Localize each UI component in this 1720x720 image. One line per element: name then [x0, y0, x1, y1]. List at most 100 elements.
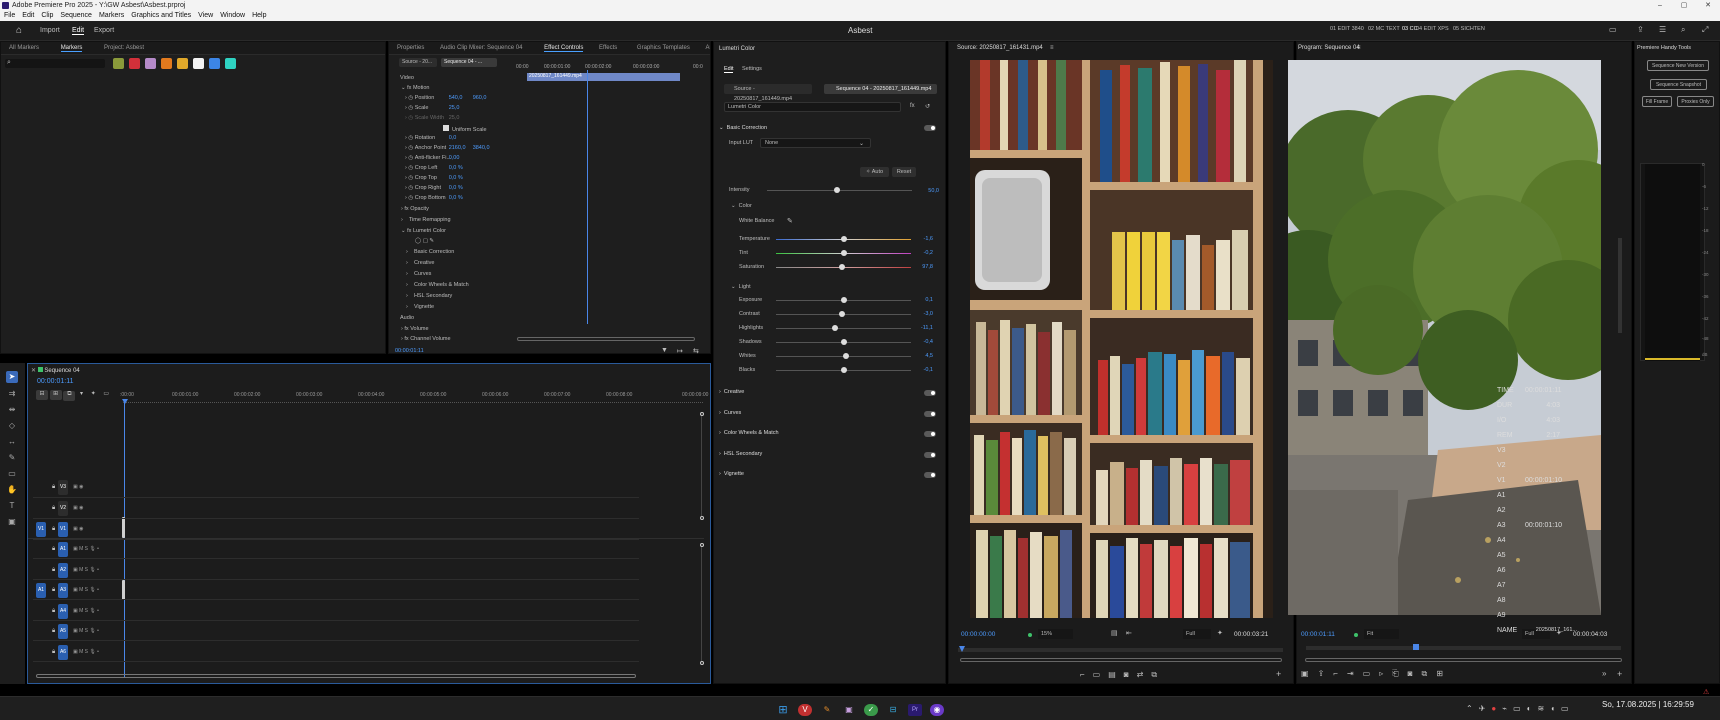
anchor-x-value[interactable]: 2160,0 — [449, 145, 473, 151]
export-frame-icon[interactable]: ◙ — [1124, 670, 1137, 679]
program-fit-dropdown[interactable]: Fit — [1364, 629, 1399, 639]
marker-color-mauve[interactable] — [145, 58, 156, 69]
track-select-tool-icon[interactable]: ⇉ — [7, 389, 17, 399]
pen-tool-icon[interactable]: ✎ — [7, 453, 17, 463]
fx-toggle-icon[interactable]: fx — [910, 103, 915, 109]
timeline-ruler[interactable]: :00:00 00:00:01:00 00:00:02:00 00:00:03:… — [120, 392, 710, 398]
taskbar-datetime[interactable]: So, 17.08.2025 | 16:29:59 — [1602, 700, 1694, 709]
wrench-icon[interactable]: ✦ — [1217, 629, 1223, 637]
blacks-knob[interactable] — [841, 367, 847, 373]
source-zoom-dropdown[interactable]: 15% — [1038, 629, 1073, 639]
panel-menu-icon[interactable]: ≡ — [1357, 45, 1361, 51]
anti-flicker-value[interactable]: 0,00 — [449, 155, 460, 161]
add-button-icon[interactable]: + — [1276, 669, 1281, 679]
tray-chevron-icon[interactable]: ⌃ — [1466, 704, 1479, 713]
tab-project[interactable]: Project: Asbest — [104, 45, 144, 51]
lock-icon[interactable]: 🔒︎ — [52, 546, 55, 553]
exposure-slider[interactable] — [776, 297, 911, 303]
reset-button[interactable]: Reset — [892, 167, 916, 177]
marker-color-red[interactable] — [129, 58, 140, 69]
lock-icon[interactable]: 🔒︎ — [52, 649, 55, 656]
extract-icon[interactable]: ⎗ — [1392, 669, 1407, 678]
scale-value[interactable]: 25,0 — [449, 105, 460, 111]
marker-search-input[interactable]: ⌕ — [5, 59, 105, 68]
rect-mask-icon[interactable]: ▢ — [423, 238, 428, 244]
maximize-button[interactable]: ▢ — [1672, 0, 1696, 11]
highlights-slider[interactable] — [776, 325, 911, 331]
lumetri-tab-edit[interactable]: Edit — [724, 66, 734, 73]
basic-correction-toggle[interactable] — [924, 125, 936, 131]
lumetri-effect-dropdown[interactable]: Lumetri Color — [724, 102, 901, 112]
lumetri-vignette[interactable]: › Vignette — [406, 304, 434, 310]
selection-tool-icon[interactable]: ➤ — [6, 371, 18, 383]
lock-icon[interactable]: 🔒︎ — [52, 526, 55, 533]
tray-volume-icon[interactable]: ◐ — [1527, 704, 1538, 713]
position-y-value[interactable]: 960,0 — [473, 95, 487, 101]
light-section-header[interactable]: ⌄ Light — [731, 284, 751, 290]
workspace-2[interactable]: 02 MC TEXT — [1368, 26, 1400, 32]
section-toggle[interactable] — [924, 390, 936, 396]
lumetri-effect[interactable]: ⌄ fx Lumetri Color — [401, 228, 446, 234]
captions-tool-icon[interactable]: ▣ — [7, 517, 17, 527]
share-icon[interactable]: ⇪ — [1637, 25, 1644, 34]
marker-color-yellow[interactable] — [177, 58, 188, 69]
section-vignette[interactable]: › Vignette — [719, 471, 744, 477]
track-label-a3[interactable]: A3 — [58, 583, 68, 598]
marker-icon[interactable]: ▾ — [80, 391, 83, 397]
video-scroll-bottom[interactable] — [700, 516, 704, 520]
source-settings-icon[interactable]: ▤ — [1111, 629, 1118, 637]
anchor-y-value[interactable]: 3840,0 — [473, 145, 490, 151]
overlay-icon[interactable]: ⧉ — [1151, 670, 1165, 679]
source-patch-a3[interactable]: A1 — [36, 583, 46, 598]
track-label-a5[interactable]: A5 — [58, 624, 68, 639]
exposure-knob[interactable] — [841, 297, 847, 303]
crop-bottom-value[interactable]: 0,0 % — [449, 195, 463, 201]
tray-app-icon[interactable]: ✈ — [1479, 704, 1492, 713]
workspace-1[interactable]: 01 EDIT 3840 — [1330, 26, 1364, 32]
time-remapping-effect[interactable]: › Time Remapping — [401, 217, 451, 223]
track-label-v2[interactable]: V2 — [58, 501, 68, 516]
position-x-value[interactable]: 540,0 — [449, 95, 473, 101]
section-toggle[interactable] — [924, 451, 936, 458]
mark-out-icon[interactable]: ▭ — [1093, 670, 1109, 679]
mark-in-icon[interactable]: ⌐ — [1080, 670, 1093, 679]
color-section-header[interactable]: ⌄ Color — [731, 203, 752, 209]
tab-effect-controls[interactable]: Effect Controls — [544, 45, 584, 52]
timeline-timecode[interactable]: 00:00:01:11 — [37, 378, 73, 385]
section-curves[interactable]: › Curves — [719, 410, 741, 416]
pen-mask-icon[interactable]: ✎ — [429, 238, 434, 244]
type-tool-icon[interactable]: T — [7, 501, 17, 511]
source-time-ruler[interactable] — [958, 646, 1283, 652]
menu-graphics[interactable]: Graphics and Titles — [131, 12, 191, 19]
track-label-v3[interactable]: V3 — [58, 480, 68, 495]
ellipse-mask-icon[interactable]: ◯ — [415, 238, 421, 244]
reset-effect-icon[interactable]: ↺ — [925, 103, 930, 110]
safe-margins-icon[interactable]: ▣ — [1301, 669, 1318, 678]
temperature-slider[interactable] — [776, 236, 911, 242]
program-vertical-scrollbar[interactable] — [1618, 238, 1622, 333]
track-label-v1[interactable]: V1 — [58, 522, 68, 537]
home-icon[interactable]: ⌂ — [16, 25, 22, 36]
eyedropper-icon[interactable]: ✎ — [787, 217, 793, 225]
tab-edit[interactable]: Edit — [72, 27, 85, 35]
menu-markers[interactable]: Markers — [99, 12, 124, 19]
tab-export[interactable]: Export — [94, 27, 114, 34]
temperature-knob[interactable] — [841, 236, 847, 242]
saturation-value[interactable]: 97,8 — [913, 264, 933, 270]
program-scrollbar[interactable] — [1305, 658, 1622, 662]
menu-sequence[interactable]: Sequence — [60, 12, 92, 19]
rectangle-tool-icon[interactable]: ▭ — [7, 469, 17, 479]
section-toggle[interactable] — [924, 472, 936, 478]
source-insert-icon[interactable]: ⇤ — [1126, 629, 1132, 637]
overwrite-icon[interactable]: ▤ — [1108, 670, 1124, 679]
filter-icon[interactable]: ▼ — [661, 347, 668, 354]
lock-icon[interactable]: 🔒︎ — [52, 567, 55, 574]
tab-markers[interactable]: Markers — [60, 45, 83, 52]
app-purple-icon[interactable]: ◉ — [930, 704, 944, 716]
quick-export-icon[interactable]: ☰ — [1659, 25, 1666, 34]
ripple-edit-tool-icon[interactable]: ⇹ — [7, 405, 17, 415]
program-playhead[interactable] — [1413, 644, 1419, 650]
lumetri-basic[interactable]: › Basic Correction — [406, 249, 454, 255]
app-icon[interactable]: ✎ — [820, 704, 834, 716]
section-toggle[interactable] — [924, 431, 936, 437]
